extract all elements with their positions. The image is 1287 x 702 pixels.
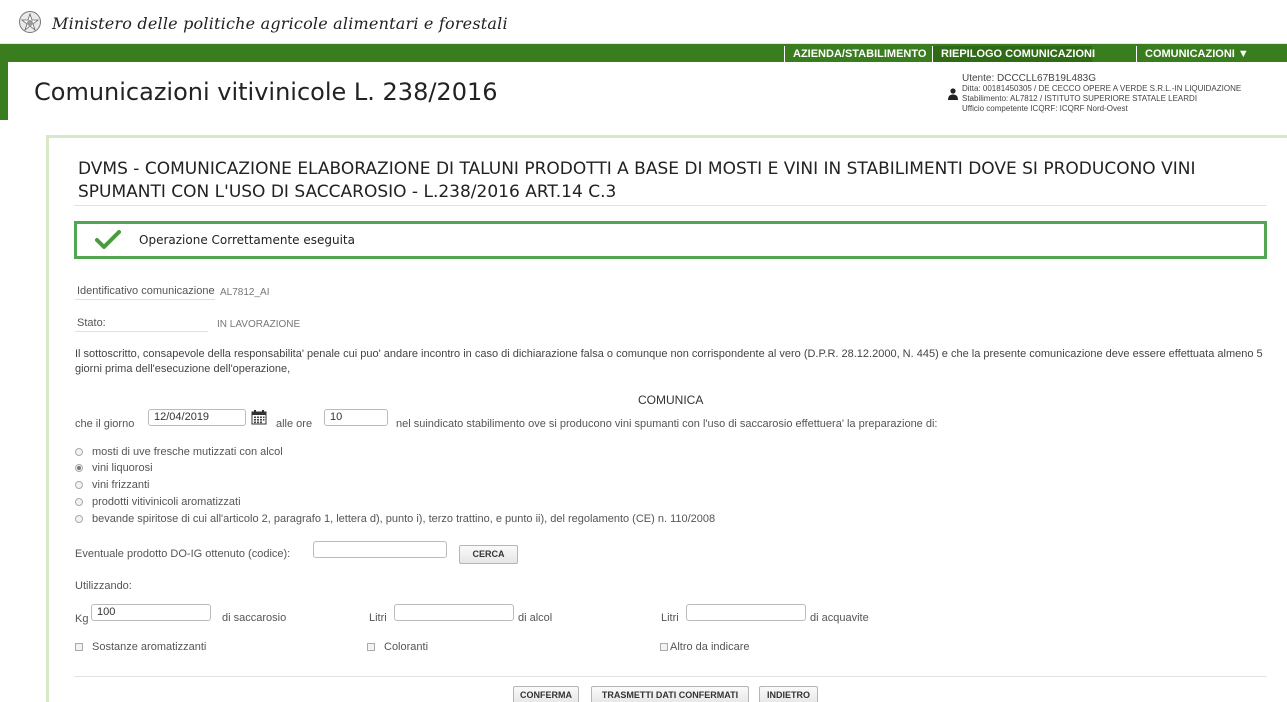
sentence-rest: nel suindicato stabilimento ove si produ…	[396, 418, 938, 430]
checkbox-coloranti-label: Coloranti	[384, 641, 429, 653]
success-alert: Operazione Correttamente eseguita	[74, 221, 1267, 259]
republic-emblem-icon	[19, 11, 41, 33]
litri-acquavite-label: Litri	[661, 612, 679, 624]
cerca-button[interactable]: CERCA	[459, 545, 518, 564]
ore-label: alle ore	[276, 418, 313, 430]
date-input[interactable]: 12/04/2019	[148, 409, 246, 426]
kg-label: Kg	[75, 613, 89, 625]
ministry-header-bar: Ministero delle politiche agricole alime…	[0, 0, 1287, 44]
identificativo-value: AL7812_AI	[220, 287, 270, 298]
bottom-divider	[74, 676, 1267, 677]
nav-azienda-stabilimento[interactable]: AZIENDA/STABILIMENTO	[784, 46, 926, 62]
nav-comunicazioni-dropdown[interactable]: COMUNICAZIONI ▼	[1136, 46, 1287, 62]
declaration-text: Il sottoscritto, consapevole della respo…	[75, 348, 1263, 375]
app-title: Comunicazioni vitivinicole L. 238/2016	[34, 78, 498, 106]
prodotto-code-input[interactable]	[313, 541, 447, 558]
identificativo-label: Identificativo comunicazione	[77, 285, 215, 297]
acquavite-label: di acquavite	[810, 612, 869, 624]
trasmetti-button[interactable]: TRASMETTI DATI CONFERMATI	[591, 686, 749, 702]
radio-prodotti-aromatizzati-label: prodotti vitivinicoli aromatizzati	[92, 496, 241, 508]
checkbox-altro[interactable]	[660, 643, 668, 651]
utilizzando-label: Utilizzando:	[75, 580, 132, 592]
giorno-prefix: che il giorno	[75, 418, 135, 430]
radio-vini-frizzanti[interactable]	[75, 481, 83, 489]
litri-alcol-label: Litri	[369, 612, 387, 624]
indietro-button[interactable]: INDIETRO	[759, 686, 818, 702]
saccarosio-label: di saccarosio	[222, 612, 287, 624]
user-icon	[948, 88, 958, 100]
radio-vini-liquorosi[interactable]	[75, 464, 83, 472]
checkbox-sostanze-aromatizzanti-label: Sostanze aromatizzanti	[92, 641, 207, 653]
checkbox-sostanze-aromatizzanti[interactable]	[75, 643, 83, 651]
checkbox-coloranti[interactable]	[367, 643, 375, 651]
time-input[interactable]: 10	[324, 409, 388, 426]
radio-vini-liquorosi-label: vini liquorosi	[92, 462, 153, 474]
litri-acquavite-input[interactable]	[686, 604, 806, 621]
stato-value: IN LAVORAZIONE	[217, 319, 301, 330]
calendar-icon[interactable]	[251, 410, 267, 425]
left-accent-stripe-mask	[0, 120, 8, 702]
user-code: Utente: DCCCLL67B19L483G	[962, 73, 1096, 84]
alcol-label: di alcol	[518, 612, 553, 624]
litri-alcol-input[interactable]	[394, 604, 514, 621]
radio-prodotti-aromatizzati[interactable]	[75, 498, 83, 506]
user-info: Utente: DCCCLL67B19L483G Ditta: 00181450…	[962, 73, 1241, 114]
radio-bevande-spiritose-label: bevande spiritose di cui all'articolo 2,…	[92, 513, 716, 525]
checkmark-icon	[95, 230, 121, 249]
kg-saccarosio-input[interactable]: 100	[91, 604, 211, 621]
form-title: DVMS - COMUNICAZIONE ELABORAZIONE DI TAL…	[78, 159, 1196, 202]
main-nav: AZIENDA/STABILIMENTO RIEPILOGO COMUNICAZ…	[0, 44, 1287, 62]
user-office: Ufficio competente ICQRF: ICQRF Nord-Ove…	[962, 104, 1128, 113]
conferma-button[interactable]: CONFERMA	[513, 686, 579, 702]
radio-bevande-spiritose[interactable]	[75, 515, 83, 523]
checkbox-altro-label: Altro da indicare	[670, 641, 750, 653]
radio-vini-frizzanti-label: vini frizzanti	[92, 479, 150, 491]
success-message: Operazione Correttamente eseguita	[139, 233, 355, 247]
user-company: Ditta: 00181450305 / DE CECCO OPERE A VE…	[962, 84, 1242, 93]
stato-label: Stato:	[77, 317, 106, 329]
title-divider	[74, 205, 1267, 206]
prodotto-label: Eventuale prodotto DO-IG ottenuto (codic…	[75, 548, 291, 560]
nav-riepilogo-comunicazioni[interactable]: RIEPILOGO COMUNICAZIONI	[932, 46, 1095, 62]
radio-mosti-label: mosti di uve fresche mutizzati con alcol	[92, 446, 283, 458]
comunica-heading: COMUNICA	[638, 393, 704, 407]
ministry-name: Ministero delle politiche agricole alime…	[52, 14, 508, 33]
stato-underline	[75, 331, 208, 332]
identificativo-underline	[75, 299, 215, 300]
user-establishment: Stabilimento: AL7812 / ISTITUTO SUPERIOR…	[962, 94, 1198, 103]
radio-mosti[interactable]	[75, 448, 83, 456]
